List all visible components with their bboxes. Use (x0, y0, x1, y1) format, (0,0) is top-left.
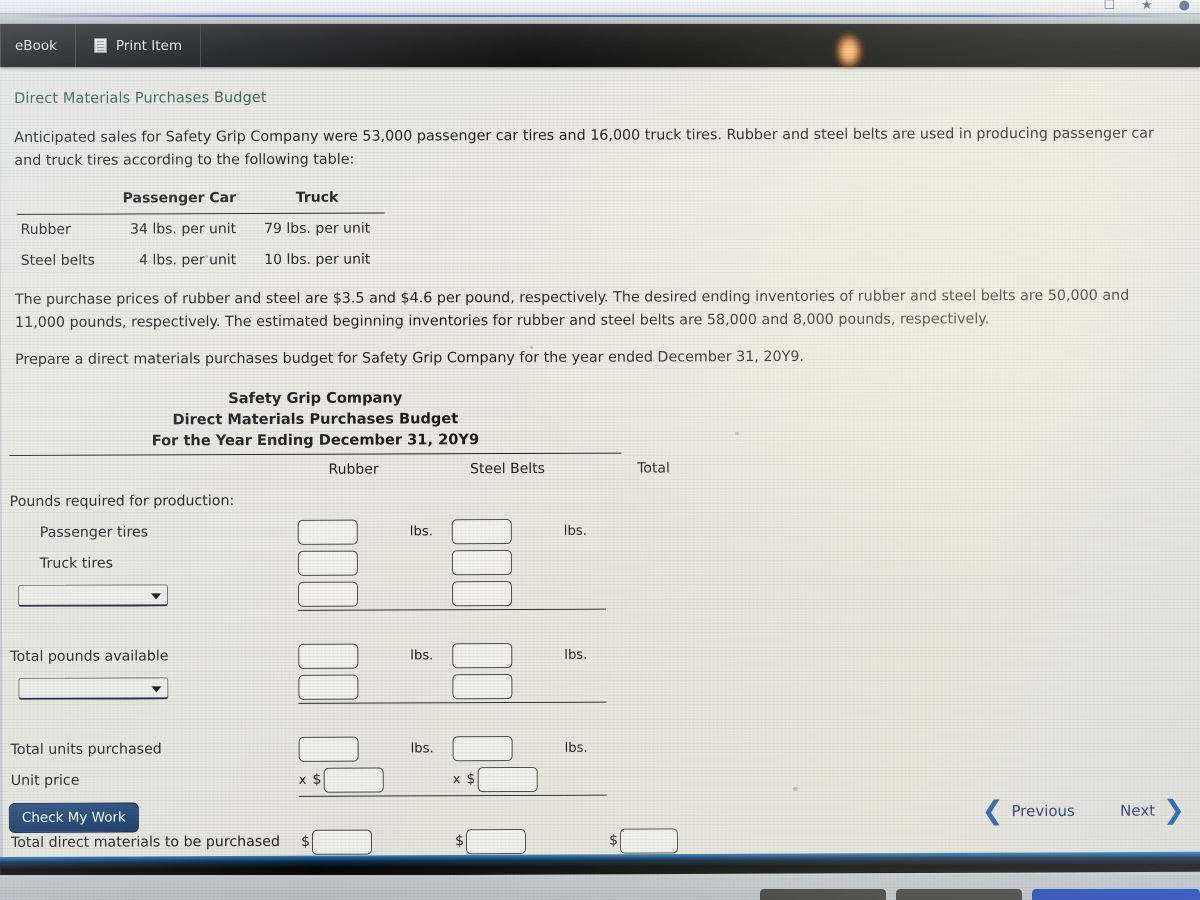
given-col-passenger-car: Passenger Car (108, 186, 251, 215)
browser-toolbar-strip (0, 0, 1200, 14)
subtotal-rule-row-1 (10, 608, 702, 642)
form-period: For the Year Ending December 31, 20Y9 (151, 431, 480, 450)
browser-accent-line (0, 15, 1200, 17)
given-table-header-row: Passenger Car Truck (16, 185, 385, 215)
given-row-truck-value: 10 lbs. per unit (264, 251, 371, 269)
table-row: Desired ending inventory Estimated begin… (10, 670, 702, 704)
page-content: Direct Materials Purchases Budget Antici… (0, 62, 1200, 857)
table-row: Desired ending inventory Estimated begin… (10, 577, 702, 611)
input-passenger-steel[interactable] (451, 519, 512, 545)
select-line-item-2[interactable]: Desired ending inventory Estimated begin… (18, 676, 169, 700)
ebook-label: eBook (15, 37, 57, 54)
print-item-label: Print Item (115, 37, 182, 54)
given-row-truck-value: 79 lbs. per unit (264, 220, 371, 238)
monitor-photo: ☐ ★ ● eBook Print Item Direct Materials … (0, 0, 1200, 900)
budget-col-steel-belts: Steel Belts (470, 460, 545, 478)
input-available-steel[interactable] (452, 643, 513, 669)
instruction-paragraph: Prepare a direct materials purchases bud… (15, 349, 804, 369)
form-company-name: Safety Grip Company (228, 388, 403, 407)
unit-label-lbs: lbs. (409, 523, 433, 540)
input-available-rubber[interactable] (298, 643, 359, 669)
select-wrapper-1: Desired ending inventory Estimated begin… (10, 583, 169, 607)
taskbar-item-active[interactable] (1032, 889, 1200, 900)
table-row: Steel belts 4 lbs. per unit 10 lbs. per … (17, 245, 385, 277)
input-truck-rubber[interactable] (297, 550, 358, 576)
budget-col-total: Total (637, 460, 670, 477)
monitor-bezel (0, 851, 1200, 877)
next-label: Next (1120, 801, 1156, 820)
chevron-right-icon: ❯ (1163, 795, 1185, 826)
table-row: Rubber 34 lbs. per unit 79 lbs. per unit (17, 213, 385, 246)
input-select2-steel[interactable] (452, 673, 513, 700)
unit-label-lbs: lbs. (563, 523, 587, 539)
input-select2-rubber[interactable] (298, 674, 359, 700)
unit-label-lbs: lbs. (410, 647, 434, 664)
given-col-blank (16, 186, 109, 215)
form-title: Direct Materials Purchases Budget (172, 409, 459, 429)
ebook-button[interactable]: eBook (0, 24, 76, 67)
input-select1-steel[interactable] (451, 580, 513, 607)
browser-toolbar-icons: ☐ ★ ● (1103, 0, 1190, 13)
unit-label-lbs: lbs. (410, 740, 434, 757)
input-purchased-rubber[interactable] (298, 736, 359, 762)
budget-column-header-row: Rubber Steel Belts Total (9, 453, 701, 487)
row-label-total-units-purchased: Total units purchased (10, 741, 162, 758)
chevron-left-icon: ❮ (981, 796, 1004, 827)
profile-icon[interactable]: ● (1179, 0, 1190, 13)
previous-label: Previous (1011, 801, 1075, 821)
taskbar-item[interactable] (760, 889, 886, 900)
input-truck-steel[interactable] (451, 550, 512, 576)
desktop-taskbar-strip (0, 875, 1200, 900)
app-toolbar: eBook Print Item (0, 24, 1200, 67)
extension-icon[interactable]: ★ (1141, 0, 1153, 13)
bookmark-icon[interactable]: ☐ (1103, 0, 1115, 13)
next-button[interactable]: Next ❯ (1120, 795, 1185, 826)
input-select1-rubber[interactable] (297, 581, 359, 607)
given-data-table: Passenger Car Truck Rubber 34 lbs. per u… (16, 185, 385, 277)
table-row: Total units purchased lbs. lbs. (11, 732, 703, 766)
input-purchased-steel[interactable] (452, 736, 513, 762)
assignment-page: Direct Materials Purchases Budget Antici… (0, 62, 1200, 857)
budget-col-rubber: Rubber (328, 461, 379, 478)
table-row: Pounds required for production: (10, 484, 702, 518)
row-label-pounds-required: Pounds required for production: (9, 492, 235, 510)
given-row-material: Steel belts (20, 252, 95, 269)
page-title: Direct Materials Purchases Budget (14, 89, 267, 107)
given-row-passenger-value: 34 lbs. per unit (130, 221, 237, 238)
taskbar-item[interactable] (896, 889, 1022, 900)
previous-button[interactable]: ❮ Previous (981, 796, 1075, 827)
budget-col-blank (9, 455, 297, 487)
check-my-work-button[interactable]: Check My Work (8, 802, 139, 833)
row-label-total-pounds-available: Total pounds available (10, 648, 169, 665)
browser-chrome-sliver: ☐ ★ ● (0, 0, 1200, 24)
given-row-material: Rubber (20, 221, 71, 238)
select-line-item-1[interactable]: Desired ending inventory Estimated begin… (17, 583, 169, 607)
input-passenger-rubber[interactable] (297, 519, 358, 545)
given-row-passenger-value: 4 lbs. per unit (139, 252, 237, 269)
given-col-truck: Truck (249, 185, 385, 214)
row-label-passenger-tires: Passenger tires (39, 524, 149, 541)
intro-paragraph: Anticipated sales for Safety Grip Compan… (14, 125, 1154, 169)
select-wrapper-2: Desired ending inventory Estimated begin… (10, 676, 169, 700)
unit-label-lbs: lbs. (564, 740, 588, 756)
print-item-button[interactable]: Print Item (76, 24, 201, 67)
table-row: Truck tires (10, 546, 702, 580)
page-footer: Check My Work ❮ Previous Next ❯ (3, 784, 1200, 857)
row-label-truck-tires: Truck tires (39, 555, 114, 572)
table-row: Passenger tires lbs. lbs. (10, 515, 702, 549)
toolbar-filler (201, 24, 1200, 67)
subtotal-rule-row-2 (10, 701, 702, 735)
prices-paragraph: The purchase prices of rubber and steel … (14, 287, 1130, 332)
unit-label-lbs: lbs. (564, 647, 588, 663)
table-row: Total pounds available lbs. lbs. (10, 639, 702, 673)
printer-icon (93, 38, 107, 53)
